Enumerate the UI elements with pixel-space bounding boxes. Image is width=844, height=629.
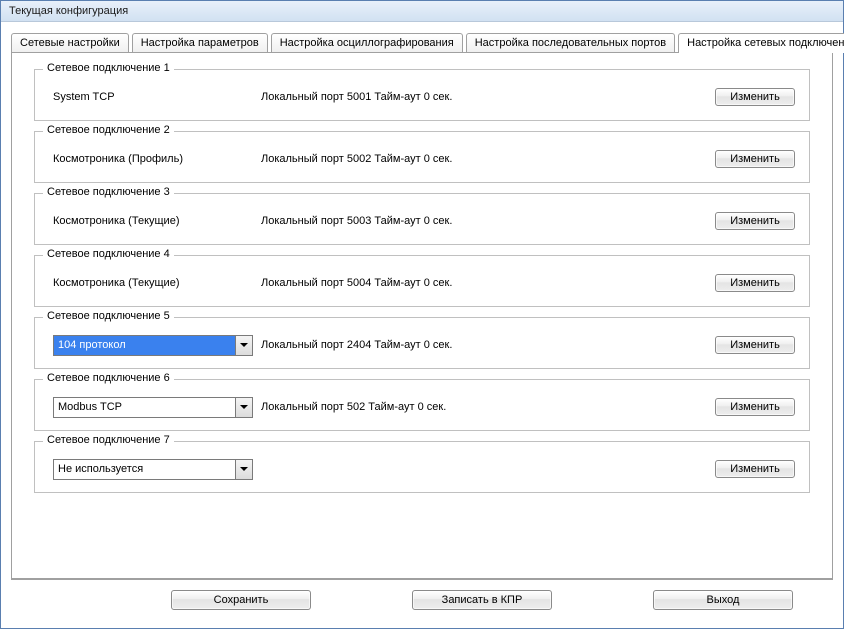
tab-network-connections[interactable]: Настройка сетевых подключений — [678, 33, 844, 53]
conn-6-info: Локальный порт 502 Тайм-аут 0 сек. — [261, 401, 695, 413]
tab-serial-ports[interactable]: Настройка последовательных портов — [466, 33, 675, 52]
conn-1-info: Локальный порт 5001 Тайм-аут 0 сек. — [261, 91, 695, 103]
config-window: Текущая конфигурация Сетевые настройки Н… — [0, 0, 844, 629]
group-title-6: Сетевое подключение 6 — [43, 372, 174, 384]
group-conn-1: Сетевое подключение 1 System TCP Локальн… — [34, 69, 810, 121]
row-5: 104 протокол Локальный порт 2404 Тайм-ау… — [49, 334, 795, 356]
tab-param-settings[interactable]: Настройка параметров — [132, 33, 268, 52]
conn-3-info: Локальный порт 5003 Тайм-аут 0 сек. — [261, 215, 695, 227]
conn-1-edit-button[interactable]: Изменить — [715, 88, 795, 106]
tab-panel: Сетевое подключение 1 System TCP Локальн… — [11, 52, 833, 579]
conn-6-protocol-value: Modbus TCP — [54, 398, 235, 417]
group-title-2: Сетевое подключение 2 — [43, 124, 174, 136]
chevron-down-icon[interactable] — [235, 336, 252, 355]
conn-3-edit-button[interactable]: Изменить — [715, 212, 795, 230]
write-kpr-button[interactable]: Записать в КПР — [412, 590, 552, 610]
conn-2-protocol: Космотроника (Профиль) — [49, 153, 261, 165]
conn-7-edit-button[interactable]: Изменить — [715, 460, 795, 478]
row-2: Космотроника (Профиль) Локальный порт 50… — [49, 148, 795, 170]
tab-strip: Сетевые настройки Настройка параметров Н… — [11, 30, 833, 52]
group-title-5: Сетевое подключение 5 — [43, 310, 174, 322]
conn-7-protocol-value: Не используется — [54, 460, 235, 479]
window-title: Текущая конфигурация — [1, 1, 843, 22]
chevron-down-icon[interactable] — [235, 460, 252, 479]
group-conn-5: Сетевое подключение 5 104 протокол Локал… — [34, 317, 810, 369]
group-title-3: Сетевое подключение 3 — [43, 186, 174, 198]
conn-5-protocol-select[interactable]: 104 протокол — [53, 335, 253, 356]
conn-5-info: Локальный порт 2404 Тайм-аут 0 сек. — [261, 339, 695, 351]
save-button[interactable]: Сохранить — [171, 590, 311, 610]
conn-4-info: Локальный порт 5004 Тайм-аут 0 сек. — [261, 277, 695, 289]
group-title-7: Сетевое подключение 7 — [43, 434, 174, 446]
row-1: System TCP Локальный порт 5001 Тайм-аут … — [49, 86, 795, 108]
group-title-1: Сетевое подключение 1 — [43, 62, 174, 74]
group-conn-6: Сетевое подключение 6 Modbus TCP Локальн… — [34, 379, 810, 431]
row-3: Космотроника (Текущие) Локальный порт 50… — [49, 210, 795, 232]
group-conn-7: Сетевое подключение 7 Не используется Из… — [34, 441, 810, 493]
row-4: Космотроника (Текущие) Локальный порт 50… — [49, 272, 795, 294]
conn-5-edit-button[interactable]: Изменить — [715, 336, 795, 354]
conn-4-edit-button[interactable]: Изменить — [715, 274, 795, 292]
content-area: Сетевые настройки Настройка параметров Н… — [1, 22, 843, 628]
tab-network-settings[interactable]: Сетевые настройки — [11, 33, 129, 52]
row-6: Modbus TCP Локальный порт 502 Тайм-аут 0… — [49, 396, 795, 418]
footer-bar: Сохранить Записать в КПР Выход — [11, 579, 833, 624]
group-title-4: Сетевое подключение 4 — [43, 248, 174, 260]
exit-button[interactable]: Выход — [653, 590, 793, 610]
conn-5-protocol-value: 104 протокол — [54, 336, 235, 355]
conn-2-info: Локальный порт 5002 Тайм-аут 0 сек. — [261, 153, 695, 165]
row-7: Не используется Изменить — [49, 458, 795, 480]
conn-6-protocol-select[interactable]: Modbus TCP — [53, 397, 253, 418]
conn-6-edit-button[interactable]: Изменить — [715, 398, 795, 416]
group-conn-3: Сетевое подключение 3 Космотроника (Теку… — [34, 193, 810, 245]
conn-1-protocol: System TCP — [49, 91, 261, 103]
chevron-down-icon[interactable] — [235, 398, 252, 417]
conn-2-edit-button[interactable]: Изменить — [715, 150, 795, 168]
conn-3-protocol: Космотроника (Текущие) — [49, 215, 261, 227]
group-conn-4: Сетевое подключение 4 Космотроника (Теку… — [34, 255, 810, 307]
group-conn-2: Сетевое подключение 2 Космотроника (Проф… — [34, 131, 810, 183]
conn-7-protocol-select[interactable]: Не используется — [53, 459, 253, 480]
conn-4-protocol: Космотроника (Текущие) — [49, 277, 261, 289]
tab-oscillography[interactable]: Настройка осциллографирования — [271, 33, 463, 52]
